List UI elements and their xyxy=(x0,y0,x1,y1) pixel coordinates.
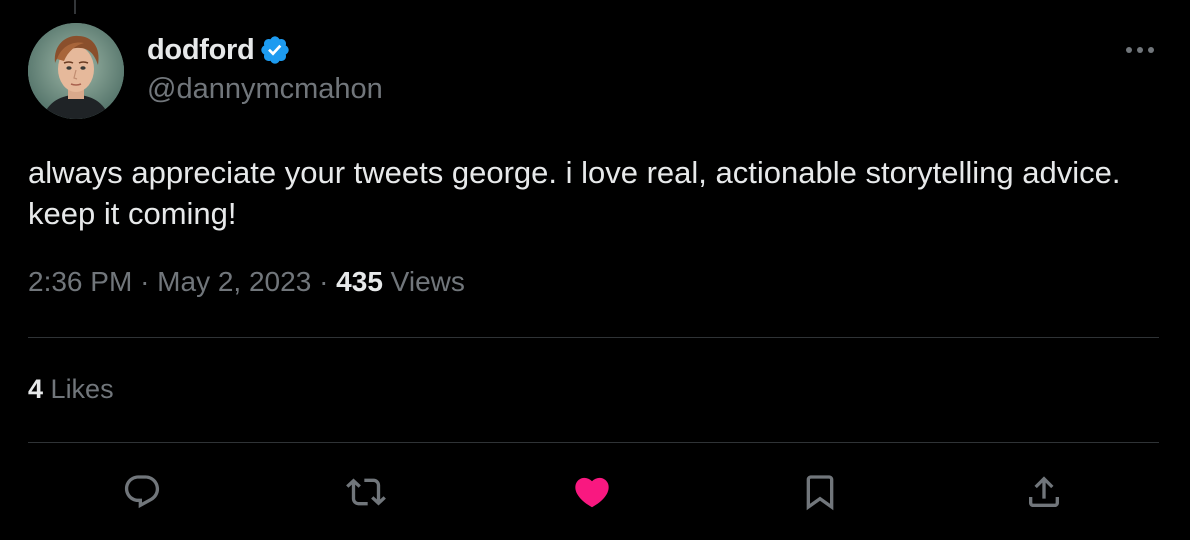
likes-stat-link[interactable]: 4 Likes xyxy=(28,374,114,405)
divider xyxy=(28,442,1159,443)
likes-label: Likes xyxy=(50,374,114,404)
verified-badge-icon[interactable] xyxy=(259,34,291,66)
views-count: 435 xyxy=(336,266,383,297)
tweet-date[interactable]: May 2, 2023 xyxy=(157,266,311,297)
retweet-button[interactable] xyxy=(344,470,388,514)
reply-icon xyxy=(124,475,160,509)
share-button[interactable] xyxy=(1022,470,1066,514)
thread-connector-line xyxy=(74,0,76,14)
avatar[interactable] xyxy=(28,23,124,119)
more-options-button[interactable] xyxy=(1122,36,1158,64)
tweet-text: always appreciate your tweets george. i … xyxy=(28,155,1121,231)
tweet-time[interactable]: 2:36 PM xyxy=(28,266,132,297)
heart-icon xyxy=(575,477,609,508)
more-dots-icon xyxy=(1126,47,1154,53)
likes-count: 4 xyxy=(28,374,44,404)
bookmark-button[interactable] xyxy=(798,470,842,514)
reply-button[interactable] xyxy=(120,470,164,514)
meta-separator: · xyxy=(140,266,150,297)
tweet-metadata: 2:36 PM · May 2, 2023 · 435 Views xyxy=(28,266,465,298)
share-icon xyxy=(1029,476,1059,507)
retweet-icon xyxy=(346,478,386,506)
bookmark-icon xyxy=(806,475,834,511)
meta-separator: · xyxy=(319,266,329,297)
divider xyxy=(28,337,1159,338)
author-name-row[interactable]: dodford xyxy=(147,32,291,68)
author-display-name[interactable]: dodford xyxy=(147,34,255,67)
views-label: Views xyxy=(390,266,465,297)
author-handle[interactable]: @dannymcmahon xyxy=(147,73,383,106)
like-button[interactable] xyxy=(570,470,614,514)
profile-photo xyxy=(28,23,124,119)
